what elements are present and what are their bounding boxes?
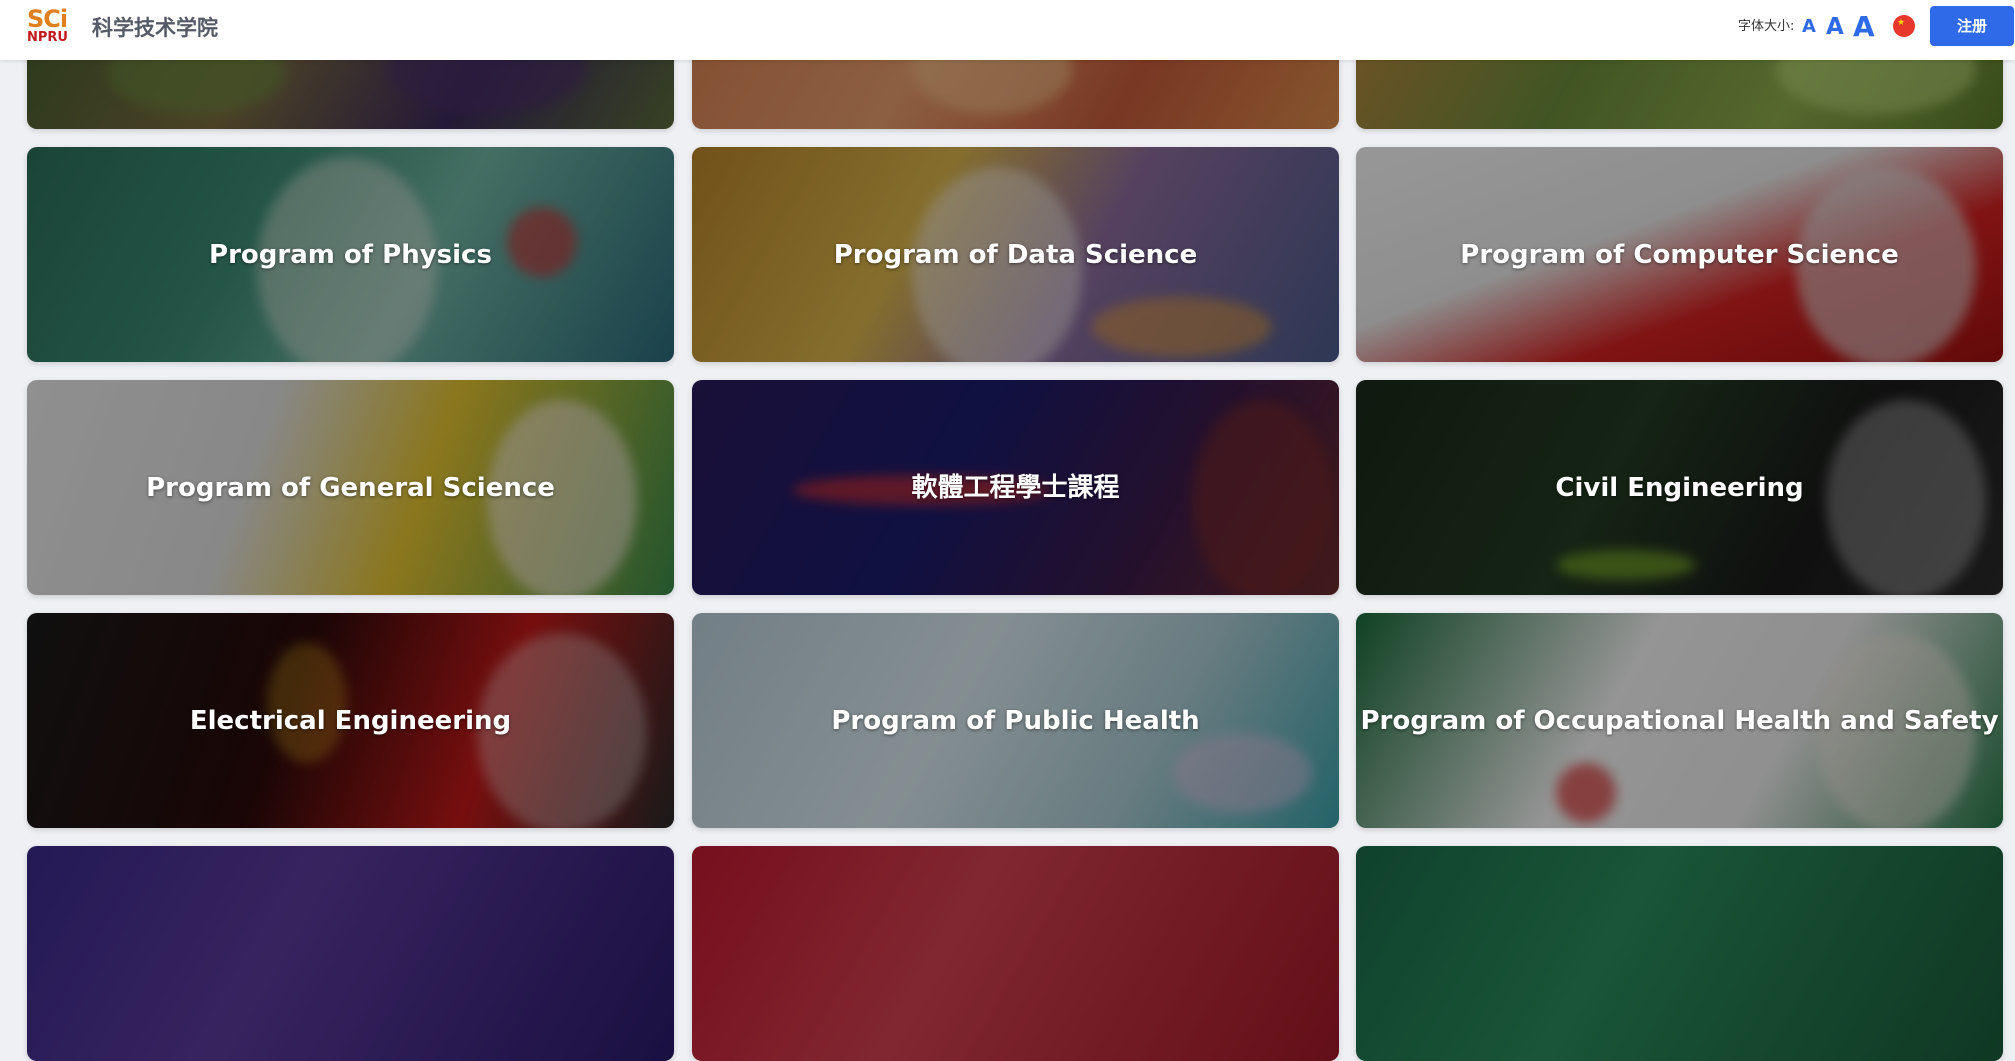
logo-sci-text: SCi	[27, 5, 68, 33]
program-card[interactable]: Electrical Engineering	[27, 613, 674, 828]
logo-npru-text: NPRU	[27, 30, 68, 45]
font-size-small-button[interactable]: A	[1802, 15, 1816, 39]
font-size-large-button[interactable]: A	[1853, 9, 1875, 45]
program-card[interactable]: Program of Physics	[27, 147, 674, 362]
program-card[interactable]	[1356, 846, 2003, 1061]
sci-npru-logo[interactable]: SCi NPRU	[27, 7, 77, 47]
program-card[interactable]: Program of Data Science	[692, 147, 1339, 362]
top-header: SCi NPRU 科学技术学院 字体大小: A A A ★ 注册	[0, 0, 2015, 60]
program-card-label: Program of Occupational Health and Safet…	[1360, 705, 1999, 736]
program-card-label: Civil Engineering	[1555, 472, 1804, 503]
program-card[interactable]: Civil Engineering	[1356, 380, 2003, 595]
program-card-label: Program of Physics	[209, 239, 492, 270]
china-flag-icon[interactable]: ★	[1893, 15, 1915, 37]
program-card-label: Program of Data Science	[833, 239, 1198, 270]
font-size-label: 字体大小:	[1738, 19, 1795, 34]
program-card[interactable]: 軟體工程學士課程	[692, 380, 1339, 595]
program-card-label: 軟體工程學士課程	[911, 472, 1120, 503]
program-card[interactable]	[692, 846, 1339, 1061]
program-card[interactable]	[27, 846, 674, 1061]
program-card[interactable]: Program of Public Health	[692, 613, 1339, 828]
program-card-label: Program of Public Health	[831, 705, 1200, 736]
register-button[interactable]: 注册	[1930, 6, 2014, 46]
program-card[interactable]: Program of Occupational Health and Safet…	[1356, 613, 2003, 828]
site-title[interactable]: 科学技术学院	[92, 14, 218, 42]
program-card-label: Electrical Engineering	[189, 705, 512, 736]
font-size-medium-button[interactable]: A	[1826, 12, 1844, 42]
program-card[interactable]: Program of General Science	[27, 380, 674, 595]
program-card-label: Program of Computer Science	[1460, 239, 1899, 270]
program-card[interactable]: Program of Computer Science	[1356, 147, 2003, 362]
program-card-label: Program of General Science	[146, 472, 555, 503]
